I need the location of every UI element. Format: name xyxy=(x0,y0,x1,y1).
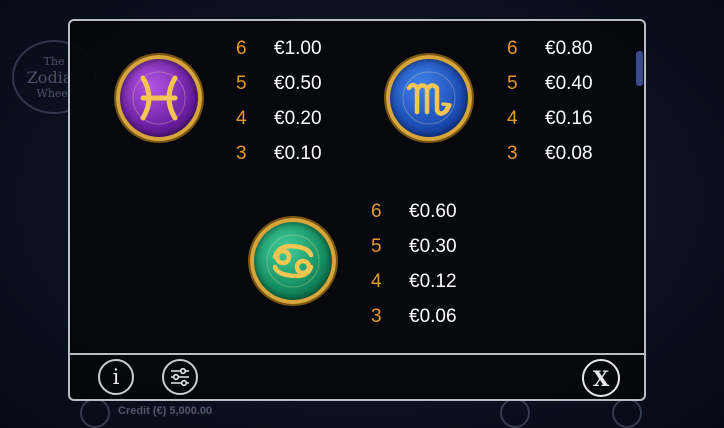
bg-control-left xyxy=(80,398,110,428)
paytable-panel: 6 €1.00 5 €0.50 4 €0.20 3 €0.10 6 €0.80 … xyxy=(68,19,646,401)
pay-count: 5 xyxy=(371,236,382,257)
close-button[interactable]: X xyxy=(582,359,620,397)
pay-value: €0.06 xyxy=(409,306,457,327)
cancer-symbol xyxy=(250,218,336,304)
pay-count: 6 xyxy=(371,201,382,222)
pay-count: 6 xyxy=(236,38,247,59)
logo-line-3: Wheel xyxy=(36,86,72,100)
pay-count: 5 xyxy=(236,73,247,94)
pay-value: €1.00 xyxy=(274,38,322,59)
pay-value: €0.40 xyxy=(545,73,593,94)
pisces-symbol xyxy=(116,55,202,141)
scorpio-icon xyxy=(402,71,456,125)
pay-value: €0.08 xyxy=(545,143,593,164)
footer-divider xyxy=(70,353,644,355)
pay-count: 6 xyxy=(507,38,518,59)
pay-value: €0.30 xyxy=(409,236,457,257)
scorpio-symbol xyxy=(386,55,472,141)
pay-count: 4 xyxy=(371,271,382,292)
credit-display: Credit (€) 5,000.00 xyxy=(118,405,213,417)
pay-value: €0.16 xyxy=(545,108,593,129)
cancer-icon xyxy=(266,234,320,288)
close-icon: X xyxy=(592,365,610,391)
bg-control-right-2 xyxy=(612,398,642,428)
bg-control-right-1 xyxy=(500,398,530,428)
pay-count: 4 xyxy=(507,108,518,129)
logo-line-1: The xyxy=(43,54,65,68)
pay-value: €0.20 xyxy=(274,108,322,129)
pay-count: 3 xyxy=(507,143,518,164)
pay-count: 4 xyxy=(236,108,247,129)
paytable-scrollbar[interactable] xyxy=(636,51,643,86)
pay-count: 3 xyxy=(236,143,247,164)
pay-value: €0.60 xyxy=(409,201,457,222)
pisces-icon xyxy=(132,71,186,125)
pay-value: €0.12 xyxy=(409,271,457,292)
pay-count: 3 xyxy=(371,306,382,327)
sliders-icon xyxy=(171,367,189,387)
pay-value: €0.50 xyxy=(274,73,322,94)
pay-value: €0.10 xyxy=(274,143,322,164)
pay-count: 5 xyxy=(507,73,518,94)
settings-button[interactable] xyxy=(162,359,198,395)
info-button[interactable]: i xyxy=(98,359,134,395)
pay-value: €0.80 xyxy=(545,38,593,59)
info-icon: i xyxy=(112,365,120,389)
